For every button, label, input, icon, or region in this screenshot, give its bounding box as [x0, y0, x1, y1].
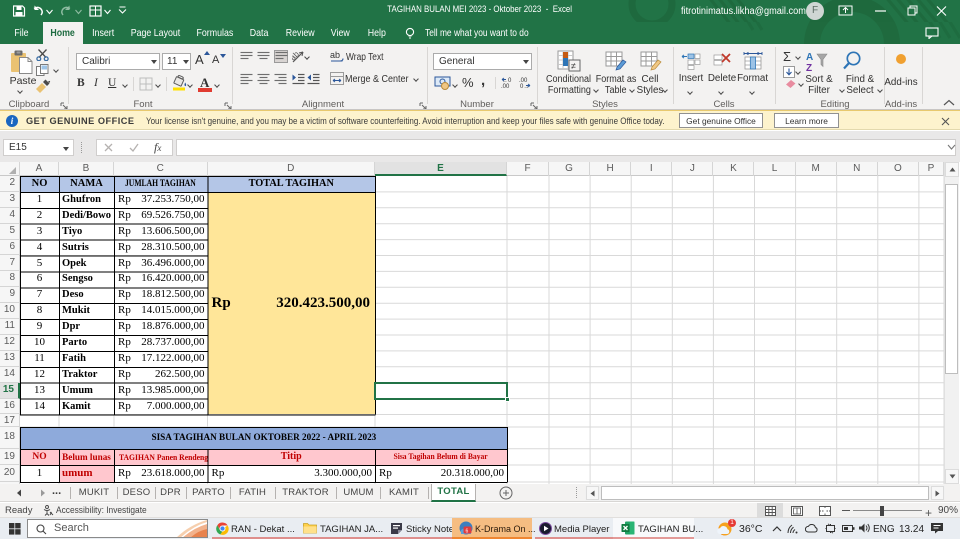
svg-text:ab: ab [330, 50, 340, 60]
svg-text:ab: ab [292, 50, 301, 62]
svg-text:A: A [806, 52, 813, 63]
svg-text:.00: .00 [501, 84, 510, 89]
svg-text:Z: Z [806, 63, 812, 72]
svg-text:6: 6 [466, 529, 469, 535]
svg-text:≠: ≠ [571, 61, 576, 71]
